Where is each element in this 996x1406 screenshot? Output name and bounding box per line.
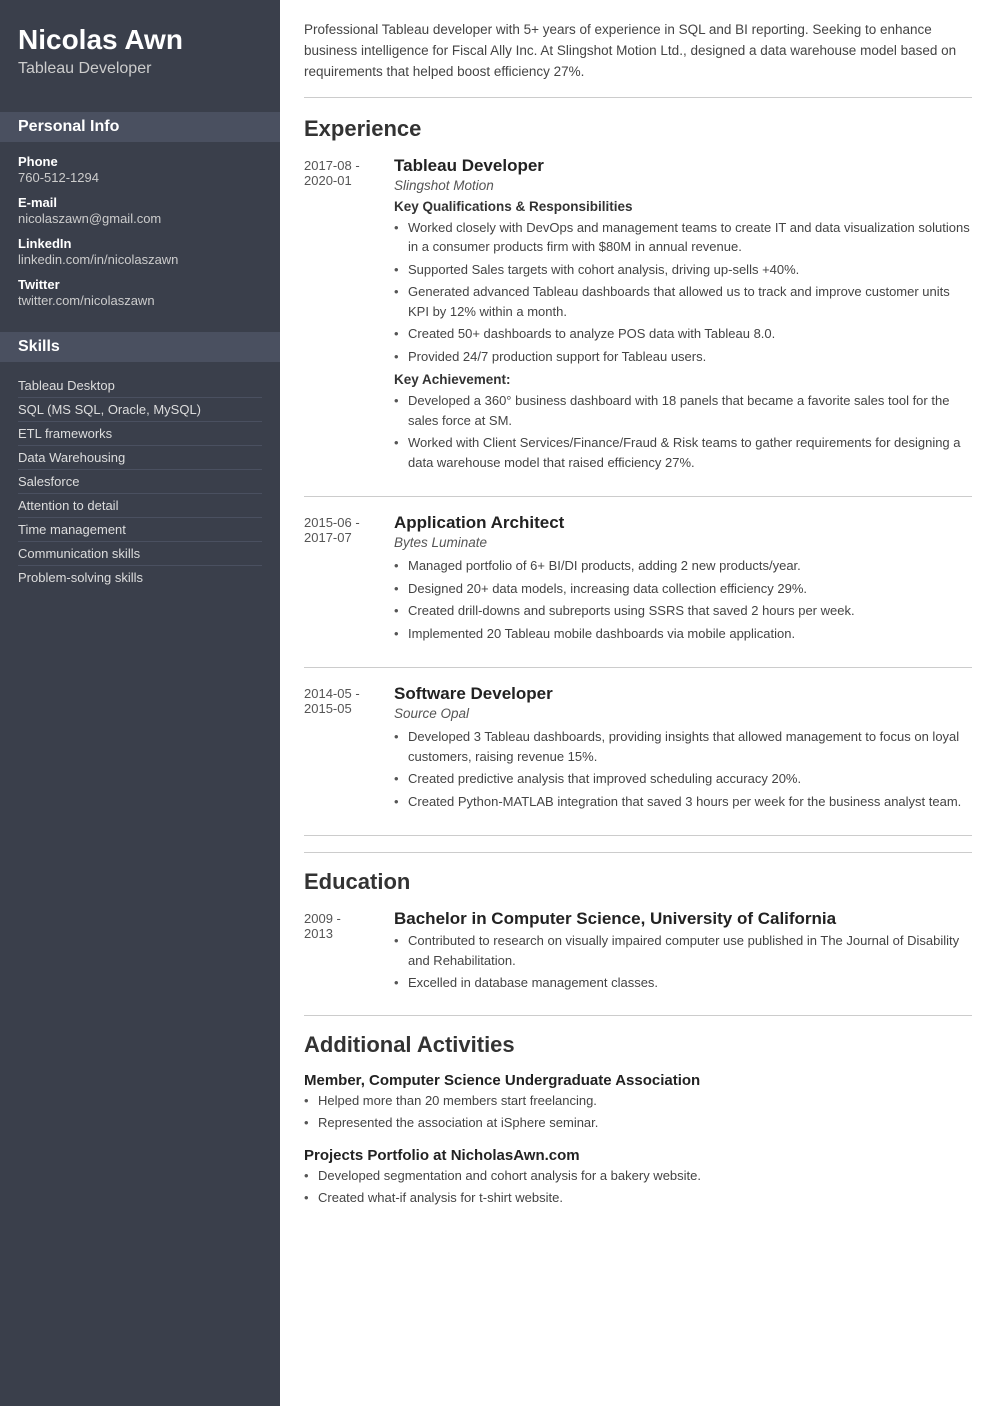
education-list: 2009 - 2013Bachelor in Computer Science,…: [304, 909, 972, 999]
skill-item: Attention to detail: [18, 494, 262, 518]
twitter-value: twitter.com/nicolaszawn: [18, 293, 262, 308]
resume-container: Nicolas Awn Tableau Developer Personal I…: [0, 0, 996, 1406]
activity-bullet-list: Developed segmentation and cohort analys…: [304, 1166, 972, 1208]
bullet-item: Developed 3 Tableau dashboards, providin…: [394, 727, 972, 766]
bullet-item: Developed a 360° business dashboard with…: [394, 391, 972, 430]
skills-section: Skills Tableau DesktopSQL (MS SQL, Oracl…: [0, 318, 280, 597]
entry-company: Source Opal: [394, 706, 972, 721]
bullet-item: Created 50+ dashboards to analyze POS da…: [394, 324, 972, 344]
entry-subtitle: Key Qualifications & Responsibilities: [394, 199, 972, 214]
edu-degree-title: Bachelor in Computer Science, University…: [394, 909, 972, 929]
edu-bullet-item: Excelled in database management classes.: [394, 973, 972, 993]
entry-subtitle: Key Achievement:: [394, 372, 972, 387]
experience-title: Experience: [304, 116, 972, 142]
activity-bullet-list: Helped more than 20 members start freela…: [304, 1091, 972, 1133]
activity-title: Projects Portfolio at NicholasAwn.com: [304, 1147, 972, 1164]
skill-item: Problem-solving skills: [18, 566, 262, 589]
candidate-job-title: Tableau Developer: [18, 60, 262, 78]
activities-section: Additional Activities Member, Computer S…: [304, 1032, 972, 1208]
activities-title: Additional Activities: [304, 1032, 972, 1058]
entry-company: Bytes Luminate: [394, 535, 972, 550]
experience-section: Experience 2017-08 - 2020-01Tableau Deve…: [304, 116, 972, 837]
summary-text: Professional Tableau developer with 5+ y…: [304, 20, 972, 98]
entry-content: Tableau Developer Slingshot Motion Key Qua…: [394, 156, 972, 479]
activity-entry: Member, Computer Science Undergraduate A…: [304, 1072, 972, 1133]
edu-content: Bachelor in Computer Science, University…: [394, 909, 972, 999]
entry-date: 2015-06 - 2017-07: [304, 513, 394, 649]
bullet-item: Provided 24/7 production support for Tab…: [394, 347, 972, 367]
activity-bullet-item: Created what-if analysis for t-shirt web…: [304, 1188, 972, 1208]
activity-bullet-item: Represented the association at iSphere s…: [304, 1113, 972, 1133]
bullet-item: Created Python-MATLAB integration that s…: [394, 792, 972, 812]
bullet-list: Managed portfolio of 6+ BI/DI products, …: [394, 556, 972, 643]
skill-item: ETL frameworks: [18, 422, 262, 446]
activity-title: Member, Computer Science Undergraduate A…: [304, 1072, 972, 1089]
entry-divider: [304, 667, 972, 668]
bullet-item: Created predictive analysis that improve…: [394, 769, 972, 789]
entry-job-title: Software Developer: [394, 684, 972, 704]
twitter-field: Twitter twitter.com/nicolaszawn: [18, 277, 262, 308]
skill-item: Time management: [18, 518, 262, 542]
personal-info-title: Personal Info: [0, 112, 280, 142]
bullet-item: Implemented 20 Tableau mobile dashboards…: [394, 624, 972, 644]
edu-bullet-item: Contributed to research on visually impa…: [394, 931, 972, 970]
bullet-item: Generated advanced Tableau dashboards th…: [394, 282, 972, 321]
skill-item: SQL (MS SQL, Oracle, MySQL): [18, 398, 262, 422]
education-title: Education: [304, 869, 972, 895]
entry-content: Software Developer Source Opal Developed 3…: [394, 684, 972, 817]
skills-list: Tableau DesktopSQL (MS SQL, Oracle, MySQ…: [18, 374, 262, 589]
candidate-name: Nicolas Awn: [18, 24, 262, 56]
phone-label: Phone: [18, 154, 262, 169]
entry-company: Slingshot Motion: [394, 178, 972, 193]
skill-item: Tableau Desktop: [18, 374, 262, 398]
edu-date: 2009 - 2013: [304, 909, 394, 999]
phone-field: Phone 760-512-1294: [18, 154, 262, 185]
activities-list: Member, Computer Science Undergraduate A…: [304, 1072, 972, 1208]
linkedin-label: LinkedIn: [18, 236, 262, 251]
entry-date: 2014-05 - 2015-05: [304, 684, 394, 817]
email-value: nicolaszawn@gmail.com: [18, 211, 262, 226]
bullet-list: Developed a 360° business dashboard with…: [394, 391, 972, 472]
skill-item: Data Warehousing: [18, 446, 262, 470]
skills-title: Skills: [0, 332, 280, 362]
bullet-item: Created drill-downs and subreports using…: [394, 601, 972, 621]
activities-divider: [304, 1015, 972, 1016]
activity-entry: Projects Portfolio at NicholasAwn.com Dev…: [304, 1147, 972, 1208]
skill-item: Communication skills: [18, 542, 262, 566]
twitter-label: Twitter: [18, 277, 262, 292]
bullet-item: Designed 20+ data models, increasing dat…: [394, 579, 972, 599]
bullet-list: Worked closely with DevOps and managemen…: [394, 218, 972, 367]
bullet-item: Worked with Client Services/Finance/Frau…: [394, 433, 972, 472]
education-section: Education 2009 - 2013Bachelor in Compute…: [304, 869, 972, 999]
entry-divider: [304, 835, 972, 836]
experience-entry: 2017-08 - 2020-01Tableau Developer Slings…: [304, 156, 972, 479]
experience-entry: 2015-06 - 2017-07Application Architect By…: [304, 513, 972, 649]
linkedin-value: linkedin.com/in/nicolaszawn: [18, 252, 262, 267]
sidebar-header: Nicolas Awn Tableau Developer: [0, 0, 280, 98]
bullet-item: Supported Sales targets with cohort anal…: [394, 260, 972, 280]
email-field: E-mail nicolaszawn@gmail.com: [18, 195, 262, 226]
edu-bullet-list: Contributed to research on visually impa…: [394, 931, 972, 993]
bullet-item: Worked closely with DevOps and managemen…: [394, 218, 972, 257]
activity-bullet-item: Helped more than 20 members start freela…: [304, 1091, 972, 1111]
entry-date: 2017-08 - 2020-01: [304, 156, 394, 479]
main-content: Professional Tableau developer with 5+ y…: [280, 0, 996, 1406]
bullet-item: Managed portfolio of 6+ BI/DI products, …: [394, 556, 972, 576]
entry-job-title: Application Architect: [394, 513, 972, 533]
bullet-list: Developed 3 Tableau dashboards, providin…: [394, 727, 972, 811]
skill-item: Salesforce: [18, 470, 262, 494]
linkedin-field: LinkedIn linkedin.com/in/nicolaszawn: [18, 236, 262, 267]
activity-bullet-item: Developed segmentation and cohort analys…: [304, 1166, 972, 1186]
entry-content: Application Architect Bytes Luminate Manag…: [394, 513, 972, 649]
entry-job-title: Tableau Developer: [394, 156, 972, 176]
email-label: E-mail: [18, 195, 262, 210]
phone-value: 760-512-1294: [18, 170, 262, 185]
experience-list: 2017-08 - 2020-01Tableau Developer Slings…: [304, 156, 972, 837]
experience-entry: 2014-05 - 2015-05Software Developer Sourc…: [304, 684, 972, 817]
sidebar: Nicolas Awn Tableau Developer Personal I…: [0, 0, 280, 1406]
education-divider: [304, 852, 972, 853]
education-entry: 2009 - 2013Bachelor in Computer Science,…: [304, 909, 972, 999]
entry-divider: [304, 496, 972, 497]
personal-info-section: Personal Info Phone 760-512-1294 E-mail …: [0, 98, 280, 318]
